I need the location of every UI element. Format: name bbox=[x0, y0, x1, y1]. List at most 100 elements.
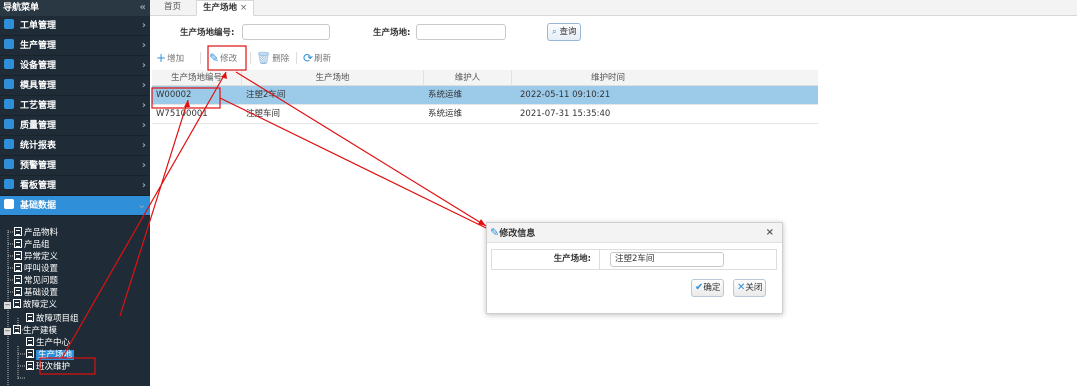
tab-close-icon[interactable]: × bbox=[240, 3, 247, 13]
chevron-right-icon: › bbox=[141, 40, 146, 51]
table-row[interactable]: W75100001 注塑车间 系统运维 2021-07-31 15:35:40 bbox=[152, 105, 818, 124]
table-cell: W00002 bbox=[156, 90, 192, 100]
sidebar-item[interactable]: 工艺管理 › bbox=[0, 96, 150, 116]
toolbar: +增加 ✎修改 🗑删除 ⟳刷新 bbox=[150, 48, 1077, 68]
query-button[interactable]: ⌕ 查询 bbox=[547, 23, 582, 41]
refresh-icon: ⟳ bbox=[303, 51, 314, 65]
tree-item-label: 生产场地 bbox=[36, 350, 75, 360]
toolbar-divider bbox=[296, 52, 297, 64]
tree-item-label: 故障项目组 bbox=[36, 314, 79, 324]
pencil-icon: ✎ bbox=[209, 51, 220, 65]
sidebar-item[interactable]: 质量管理 › bbox=[0, 116, 150, 136]
pencil-icon: ✎ bbox=[490, 226, 500, 239]
menu-icon bbox=[4, 59, 14, 69]
chevron-right-icon: › bbox=[141, 80, 146, 91]
chevron-right-icon: › bbox=[141, 140, 146, 151]
tree-item[interactable]: 产品组 bbox=[14, 239, 50, 250]
tree-item[interactable]: 生产场地 bbox=[26, 349, 75, 360]
edit-button[interactable]: ✎修改 bbox=[209, 50, 237, 66]
tab-production-site-label: 生产场地 bbox=[203, 3, 238, 13]
sidebar-title: 导航菜单 « bbox=[0, 0, 150, 16]
document-icon bbox=[14, 239, 22, 248]
document-icon bbox=[14, 275, 22, 284]
sidebar-item[interactable]: 预警管理 › bbox=[0, 156, 150, 176]
table-cell: W75100001 bbox=[156, 109, 208, 119]
grid-header-cell[interactable]: 维护时间 bbox=[512, 70, 704, 86]
toolbar-divider bbox=[200, 52, 201, 64]
collapse-toggle-icon[interactable]: − bbox=[4, 302, 11, 309]
collapse-toggle-icon[interactable]: − bbox=[4, 328, 11, 335]
chevron-right-icon: › bbox=[141, 20, 146, 31]
delete-button[interactable]: 🗑删除 bbox=[256, 50, 289, 66]
collapse-icon[interactable]: « bbox=[140, 0, 146, 16]
tree-item[interactable]: 产品物料 bbox=[14, 227, 58, 238]
menu-icon bbox=[4, 139, 14, 149]
menu-icon bbox=[4, 179, 14, 189]
sidebar-item[interactable]: 设备管理 › bbox=[0, 56, 150, 76]
data-grid: 生产场地编号 生产场地 维护人 维护时间 W00002 注塑2车间 系统运维 2… bbox=[152, 70, 818, 124]
tree-item-label: 产品物料 bbox=[24, 228, 59, 238]
search-bar: 生产场地编号: 生产场地: ⌕ 查询 bbox=[150, 22, 1077, 42]
tree-item[interactable]: 故障项目组 bbox=[26, 313, 79, 324]
document-icon bbox=[26, 361, 34, 370]
sidebar-item[interactable]: 统计报表 › bbox=[0, 136, 150, 156]
tree-item[interactable]: − 故障定义 bbox=[4, 299, 57, 310]
dialog-titlebar[interactable]: ✎修改信息 × bbox=[487, 223, 782, 243]
query-button-label: 查询 bbox=[559, 27, 577, 37]
sidebar-item[interactable]: 模具管理 › bbox=[0, 76, 150, 96]
tree-item[interactable]: 呼叫设置 bbox=[14, 263, 58, 274]
document-icon bbox=[26, 349, 34, 358]
ok-button[interactable]: ✔确定 bbox=[691, 279, 725, 297]
tab-production-site[interactable]: 生产场地 × bbox=[196, 0, 255, 16]
grid-header-cell[interactable]: 生产场地 bbox=[242, 70, 424, 86]
sidebar-item[interactable]: 看板管理 › bbox=[0, 176, 150, 196]
close-icon[interactable]: × bbox=[766, 223, 774, 243]
sidebar-item-label: 设备管理 bbox=[20, 61, 57, 71]
add-button[interactable]: +增加 bbox=[156, 50, 184, 66]
cancel-button-label: 关闭 bbox=[745, 283, 763, 293]
tree-item[interactable]: 常见问题 bbox=[14, 275, 58, 286]
add-button-label: 增加 bbox=[167, 54, 185, 64]
table-cell: 系统运维 bbox=[428, 90, 463, 100]
document-icon bbox=[14, 251, 22, 260]
document-icon bbox=[13, 325, 21, 334]
sidebar-item-label: 统计报表 bbox=[20, 141, 57, 151]
sidebar-item[interactable]: 基础数据 ⌄ bbox=[0, 196, 150, 216]
ok-button-label: 确定 bbox=[703, 283, 721, 293]
sidebar-item-label: 模具管理 bbox=[20, 81, 57, 91]
tree-item-label: 呼叫设置 bbox=[24, 264, 59, 274]
document-icon bbox=[13, 299, 21, 308]
chevron-down-icon: ⌄ bbox=[137, 200, 146, 211]
tree-item[interactable]: 生产中心 bbox=[26, 337, 70, 348]
tree-item[interactable]: − 生产建模 bbox=[4, 325, 57, 336]
grid-header-cell[interactable]: 生产场地编号 bbox=[152, 70, 242, 86]
site-field-input[interactable]: 注塑2车间 bbox=[610, 252, 724, 267]
table-row[interactable]: W00002 注塑2车间 系统运维 2022-05-11 09:10:21 bbox=[152, 86, 818, 105]
chevron-right-icon: › bbox=[141, 120, 146, 131]
site-code-input[interactable] bbox=[242, 24, 330, 40]
sidebar-item[interactable]: 工单管理 › bbox=[0, 16, 150, 36]
plus-icon: + bbox=[156, 51, 167, 65]
tab-home[interactable]: 首页 bbox=[158, 0, 187, 16]
tree-item-label: 生产中心 bbox=[36, 338, 71, 348]
tree-item[interactable]: 基础设置 bbox=[14, 287, 58, 298]
refresh-button-label: 刷新 bbox=[314, 54, 332, 64]
menu-icon bbox=[4, 79, 14, 89]
tab-home-label: 首页 bbox=[164, 2, 182, 12]
tab-bar: 首页 生产场地 × bbox=[150, 0, 1077, 16]
sidebar-item-label: 工单管理 bbox=[20, 21, 57, 31]
table-cell: 2022-05-11 09:10:21 bbox=[520, 90, 611, 100]
tree-item[interactable]: 班次维护 bbox=[26, 361, 70, 372]
chevron-right-icon: › bbox=[141, 180, 146, 191]
sidebar-item[interactable]: 生产管理 › bbox=[0, 36, 150, 56]
tree-item-label: 生产建模 bbox=[23, 326, 58, 336]
grid-header-cell[interactable]: 维护人 bbox=[424, 70, 512, 86]
tree-item-label: 班次维护 bbox=[36, 362, 71, 372]
cancel-button[interactable]: ✕关闭 bbox=[733, 279, 767, 297]
site-name-input[interactable] bbox=[416, 24, 506, 40]
refresh-button[interactable]: ⟳刷新 bbox=[303, 50, 331, 66]
menu-icon bbox=[4, 19, 14, 29]
sidebar-menu: 工单管理 › 生产管理 › 设备管理 › 模具管理 › 工艺管理 › 质量管理 › 统计报表 › 预警管理 ›… bbox=[0, 16, 150, 216]
tree-item[interactable]: 异常定义 bbox=[14, 251, 58, 262]
grid-header: 生产场地编号 生产场地 维护人 维护时间 bbox=[152, 70, 818, 86]
